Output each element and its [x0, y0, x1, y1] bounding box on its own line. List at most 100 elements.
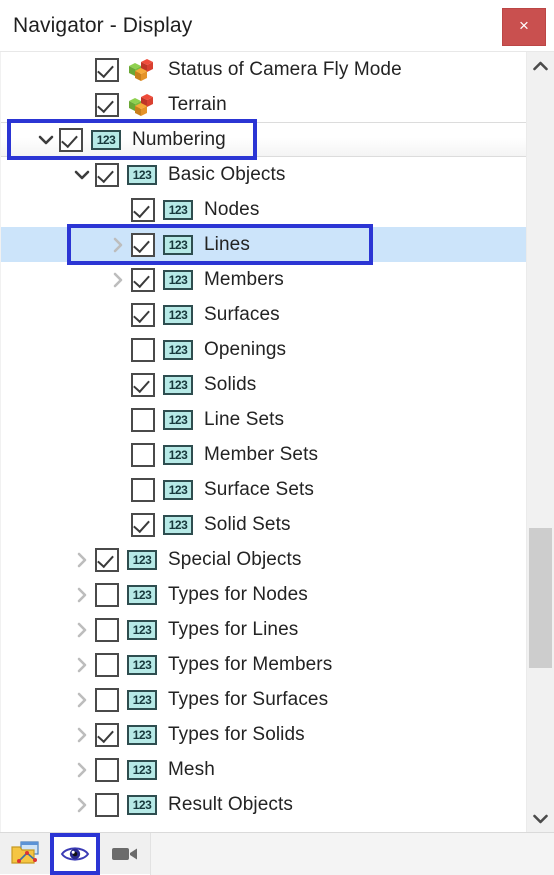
tree-expander-placeholder [105, 507, 131, 542]
number-123-icon: 123 [127, 549, 157, 570]
tree-row[interactable]: Status of Camera Fly Mode [1, 52, 527, 87]
number-123-icon: 123 [127, 584, 157, 605]
tree-row-label: Solid Sets [204, 513, 291, 535]
tree-row[interactable]: 123 Result Objects [1, 787, 527, 822]
vertical-scrollbar[interactable] [526, 52, 554, 832]
tree-row[interactable]: 123 Numbering [1, 122, 527, 157]
tree-checkbox[interactable] [95, 57, 119, 82]
chevron-down-icon[interactable] [33, 122, 59, 157]
tree-checkbox[interactable] [131, 337, 155, 362]
tree-row[interactable]: 123 Openings [1, 332, 527, 367]
scroll-down-arrow[interactable] [527, 805, 554, 832]
tree-expander-placeholder [105, 297, 131, 332]
tree-expander-placeholder [105, 192, 131, 227]
tree-row-label: Surface Sets [204, 478, 314, 500]
window-title: Navigator - Display [13, 13, 193, 37]
tree-checkbox[interactable] [131, 407, 155, 432]
tree-row[interactable]: 123 Mesh [1, 752, 527, 787]
tree-row[interactable]: 123 Solid Sets [1, 507, 527, 542]
tree-expander-placeholder [69, 87, 95, 122]
navigator-tree-panel: Status of Camera Fly Mode Terrain 123 Numbe… [0, 52, 554, 832]
tree-row[interactable]: 123 Surface Sets [1, 472, 527, 507]
number-123-icon: 123 [163, 479, 193, 500]
tree-row[interactable]: 123 Types for Lines [1, 612, 527, 647]
tree-checkbox[interactable] [131, 302, 155, 327]
tree-row[interactable]: 123 Nodes [1, 192, 527, 227]
chevron-right-icon[interactable] [105, 227, 131, 262]
tree-row[interactable]: 123 Types for Nodes [1, 577, 527, 612]
tree-row[interactable]: 123 Line Sets [1, 402, 527, 437]
tree-row-label: Mesh [168, 758, 215, 780]
tree-row[interactable]: 123 Member Sets [1, 437, 527, 472]
tree-row[interactable]: 123 Solids [1, 367, 527, 402]
tree-row[interactable]: 123 Types for Surfaces [1, 682, 527, 717]
tree-expander-placeholder [105, 402, 131, 437]
number-123-icon: 123 [163, 304, 193, 325]
tree-checkbox[interactable] [95, 582, 119, 607]
tree-checkbox[interactable] [131, 372, 155, 397]
tree-checkbox[interactable] [95, 722, 119, 747]
cubes-icon [127, 58, 157, 82]
tree-row-label: Types for Lines [168, 618, 299, 640]
tree-row[interactable]: 123 Lines [1, 227, 527, 262]
chevron-right-icon[interactable] [69, 682, 95, 717]
tree-row[interactable]: 123 Basic Objects [1, 157, 527, 192]
chevron-right-icon[interactable] [105, 262, 131, 297]
tree-row-label: Numbering [132, 128, 226, 150]
tree-row-label: Lines [204, 233, 250, 255]
tree-row-label: Status of Camera Fly Mode [168, 58, 402, 80]
views-navigator-button[interactable] [100, 833, 150, 875]
number-123-icon: 123 [163, 444, 193, 465]
chevron-right-icon[interactable] [69, 787, 95, 822]
navigator-window: Navigator - Display × Status of Camera F… [0, 0, 554, 875]
scroll-up-arrow[interactable] [527, 52, 554, 79]
display-navigator-button[interactable] [50, 832, 100, 875]
number-123-icon: 123 [127, 164, 157, 185]
tree-row-label: Nodes [204, 198, 260, 220]
tree-checkbox[interactable] [95, 792, 119, 817]
number-123-icon: 123 [127, 759, 157, 780]
tree-checkbox[interactable] [131, 267, 155, 292]
title-bar: Navigator - Display × [0, 0, 554, 52]
tree-checkbox[interactable] [95, 687, 119, 712]
scrollbar-thumb[interactable] [529, 528, 552, 668]
tree-checkbox[interactable] [59, 127, 83, 152]
chevron-right-icon[interactable] [69, 542, 95, 577]
tree-checkbox[interactable] [95, 162, 119, 187]
tree-checkbox[interactable] [131, 232, 155, 257]
close-button[interactable]: × [502, 8, 546, 46]
navigator-toolbar [0, 832, 554, 875]
tree-checkbox[interactable] [95, 757, 119, 782]
tree-row-label: Types for Members [168, 653, 333, 675]
number-123-icon: 123 [127, 794, 157, 815]
number-123-icon: 123 [127, 619, 157, 640]
tree-row[interactable]: Terrain [1, 87, 527, 122]
number-123-icon: 123 [163, 199, 193, 220]
chevron-right-icon[interactable] [69, 577, 95, 612]
tree-row[interactable]: 123 Special Objects [1, 542, 527, 577]
tree-row-label: Surfaces [204, 303, 280, 325]
project-navigator-button[interactable] [0, 833, 50, 875]
chevron-right-icon[interactable] [69, 717, 95, 752]
chevron-down-icon[interactable] [69, 157, 95, 192]
number-123-icon: 123 [163, 514, 193, 535]
chevron-right-icon[interactable] [69, 752, 95, 787]
tree-checkbox[interactable] [95, 652, 119, 677]
number-123-icon: 123 [163, 234, 193, 255]
tree-checkbox[interactable] [131, 477, 155, 502]
tree-row[interactable]: 123 Types for Solids [1, 717, 527, 752]
chevron-right-icon[interactable] [69, 612, 95, 647]
tree-row[interactable]: 123 Types for Members [1, 647, 527, 682]
tree-checkbox[interactable] [131, 197, 155, 222]
number-123-icon: 123 [163, 374, 193, 395]
tree-row[interactable]: 123 Members [1, 262, 527, 297]
tree-row[interactable]: 123 Surfaces [1, 297, 527, 332]
chevron-right-icon[interactable] [69, 647, 95, 682]
tree-checkbox[interactable] [95, 547, 119, 572]
cubes-icon [129, 93, 153, 116]
display-tree[interactable]: Status of Camera Fly Mode Terrain 123 Numbe… [1, 52, 527, 832]
tree-checkbox[interactable] [131, 442, 155, 467]
tree-checkbox[interactable] [95, 617, 119, 642]
tree-checkbox[interactable] [131, 512, 155, 537]
tree-checkbox[interactable] [95, 92, 119, 117]
